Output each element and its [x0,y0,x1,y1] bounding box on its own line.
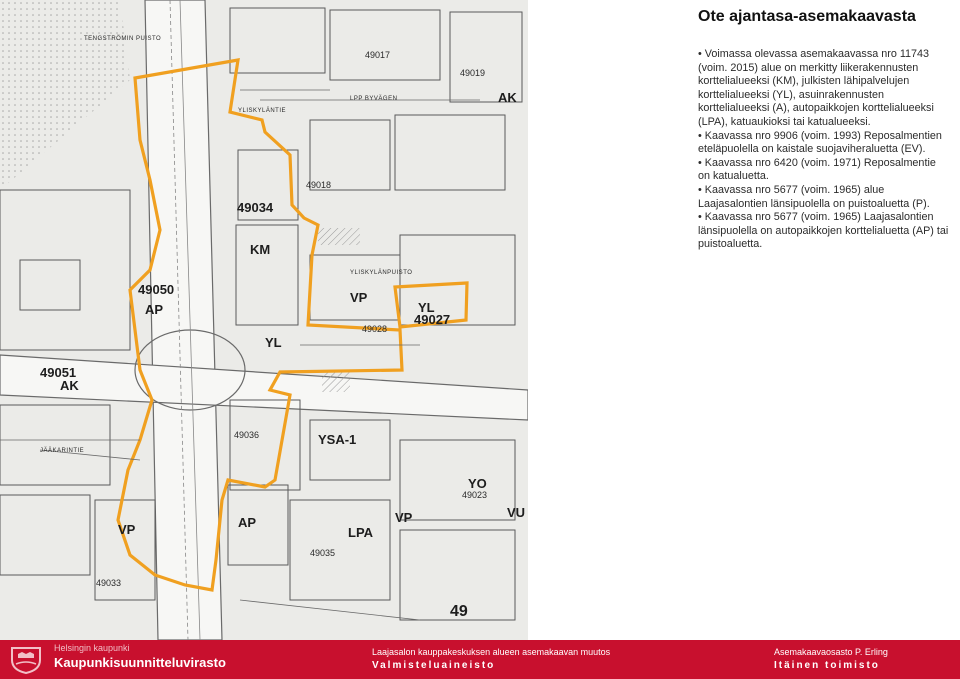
zone-code: KM [250,242,271,257]
zone-code: YL [265,335,282,350]
block-label: 49034 [237,200,274,215]
org-name: Kaupunkisuunnitteluvirasto [54,655,226,670]
block-label: 49028 [362,324,388,334]
zone-code: VP [118,522,136,537]
zone-code: YO [468,476,487,491]
bullet-paragraph: Kaavassa nro 5677 (voim. 1965) Laajasalo… [698,211,950,252]
map-page-number: 49 [450,603,468,620]
panel-title: Ote ajantasa-asemakaavasta [698,8,916,25]
street-name: LPP BYVÄGEN [350,96,398,102]
street-name: YLISKYLÄNPUISTO [350,270,413,276]
zone-code: AP [145,302,164,317]
block-label: 49050 [138,282,175,297]
street-name: JÄÄKARINTIE [40,448,85,454]
block-label: 49023 [462,490,488,500]
document-subtitle: Valmisteluaineisto [372,660,496,671]
org-top-label: Helsingin kaupunki [54,643,130,653]
zone-code: AK [60,378,79,393]
helsinki-crest-icon [11,647,41,674]
zone-code: AP [238,515,257,530]
block-label: 49035 [310,548,336,558]
info-panel: Ote ajantasa-asemakaavasta Voimassa olev… [528,0,960,640]
block-label: 49019 [460,68,486,78]
office-line: Itäinen toimisto [774,660,880,671]
zone-code: VP [395,510,413,525]
block-label: 49036 [234,430,260,440]
zone-code: VU [507,505,526,520]
bullet-paragraph: Voimassa olevassa asemakaavassa nro 1174… [698,48,950,130]
zone-code: VP [350,290,368,305]
street-name: TENGSTRÖMIN PUISTO [84,36,162,42]
block-label: 49018 [306,180,332,190]
footer-bar: Helsingin kaupunki Kaupunkisuunnitteluvi… [0,640,960,679]
block-label: 49033 [96,578,122,588]
bullet-paragraph: Kaavassa nro 9906 (voim. 1993) Reposalme… [698,130,950,157]
street-name: YLISKYLÄNTIE [238,108,287,114]
author-line: Asemakaavaosasto P. Erling [774,647,888,657]
zone-code: YSA-1 [318,432,357,447]
zoning-map: 49034 KM 49050 AP YL 49027 VP 49028 4905… [0,0,528,640]
panel-body: Voimassa olevassa asemakaavassa nro 1174… [698,48,950,252]
bullet-paragraph: Kaavassa nro 5677 (voim. 1965) alue Laaj… [698,184,950,211]
block-label: 49027 [414,312,451,327]
bullet-paragraph: Kaavassa nro 6420 (voim. 1971) Reposalme… [698,157,950,184]
document-title: Laajasalon kauppakeskuksen alueen asemak… [372,647,611,657]
zone-code: LPA [348,525,374,540]
zone-code: AK [498,90,517,105]
block-label: 49017 [365,50,391,60]
